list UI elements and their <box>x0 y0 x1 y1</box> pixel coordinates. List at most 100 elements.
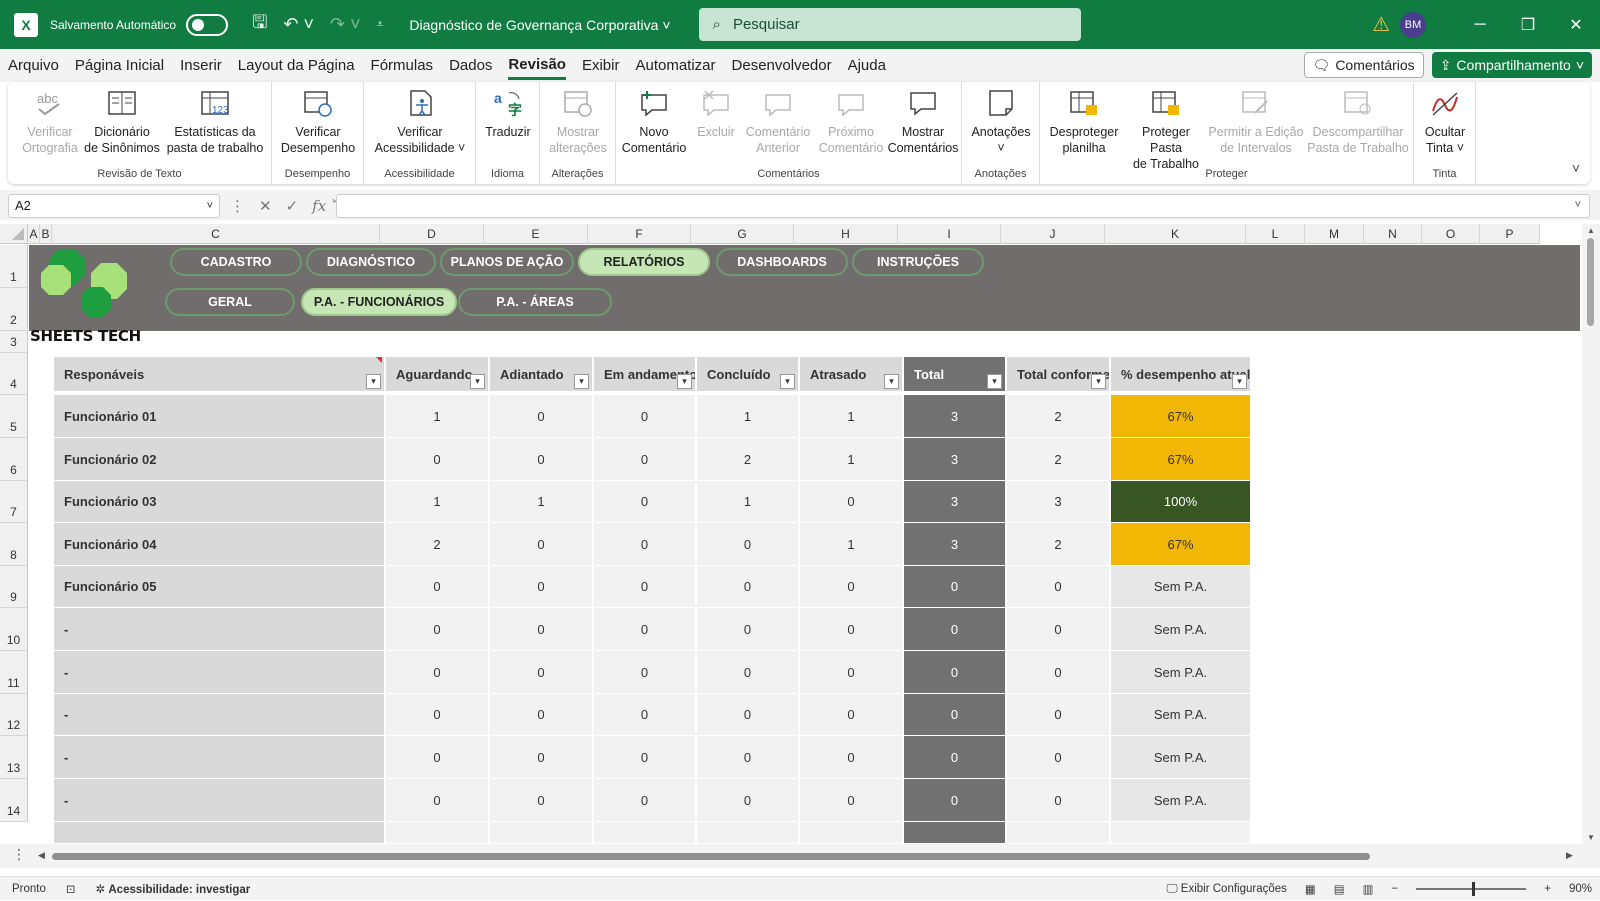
menu-revisao[interactable]: Revisão <box>508 52 566 80</box>
nav-button-diagn-stico[interactable]: DIAGNÓSTICO <box>306 248 436 276</box>
row-header-9[interactable]: 9 <box>0 566 28 608</box>
check-performance-button[interactable]: Verificar Desempenho <box>278 88 358 156</box>
table-cell[interactable]: 0 <box>1007 651 1109 694</box>
table-cell[interactable]: 0 <box>386 608 488 651</box>
menu-arquivo[interactable]: Arquivo <box>8 53 59 78</box>
spelling-button[interactable]: abc Verificar Ortografia <box>20 88 80 156</box>
table-cell[interactable]: 0 <box>697 523 798 566</box>
restore-icon[interactable]: ❐ <box>1504 15 1552 35</box>
table-cell[interactable]: 3 <box>904 438 1005 481</box>
table-cell[interactable]: 2 <box>1007 523 1109 566</box>
table-cell[interactable]: 2 <box>1007 438 1109 481</box>
table-cell[interactable]: 0 <box>594 395 695 438</box>
more-icon[interactable]: ⋮ <box>230 197 245 215</box>
row-header-6[interactable]: 6 <box>0 438 28 481</box>
document-title[interactable]: Diagnóstico de Governança Corporativa ˅ <box>409 17 670 33</box>
table-cell[interactable]: Sem P.A. <box>1111 608 1250 651</box>
row-header-12[interactable]: 12 <box>0 694 28 736</box>
column-header-k[interactable]: K <box>1105 224 1246 244</box>
menu-exibir[interactable]: Exibir <box>582 53 620 78</box>
page-layout-icon[interactable]: ▤ <box>1334 882 1345 896</box>
filter-dropdown-icon[interactable]: ▾ <box>470 374 485 389</box>
nav-button-dashboards[interactable]: DASHBOARDS <box>716 248 848 276</box>
vertical-scroll-thumb[interactable] <box>1587 238 1594 326</box>
menu-inserir[interactable]: Inserir <box>180 53 222 78</box>
table-cell[interactable]: 2 <box>697 438 798 481</box>
column-header-m[interactable]: M <box>1305 224 1364 244</box>
filter-dropdown-icon[interactable]: ▾ <box>987 374 1002 389</box>
table-cell[interactable]: 0 <box>800 481 902 523</box>
zoom-level[interactable]: 90% <box>1569 883 1592 895</box>
select-all-corner[interactable] <box>0 224 28 244</box>
table-cell[interactable]: 0 <box>386 779 488 822</box>
table-cell[interactable]: 0 <box>490 395 592 438</box>
nav-button-instru-es[interactable]: INSTRUÇÕES <box>852 248 984 276</box>
table-cell[interactable]: 0 <box>490 608 592 651</box>
nav-button-planos-de-a-o[interactable]: PLANOS DE AÇÃO <box>440 248 574 276</box>
table-cell[interactable]: 0 <box>800 736 902 779</box>
unprotect-sheet-button[interactable]: Desproteger planilha <box>1044 88 1124 156</box>
table-cell[interactable]: 0 <box>1007 779 1109 822</box>
redo-icon[interactable]: ↷ ˅ <box>330 14 361 35</box>
scroll-left-icon[interactable]: ◀ <box>38 850 45 861</box>
collapse-ribbon-icon[interactable]: ˅ <box>1572 160 1580 176</box>
subnav-button-3[interactable]: P.A. - ÁREAS <box>458 288 612 316</box>
horizontal-scrollbar[interactable]: ⋮ ◀ ▶ <box>0 844 1600 868</box>
filter-dropdown-icon[interactable]: ▾ <box>780 374 795 389</box>
table-cell[interactable]: 0 <box>594 608 695 651</box>
notes-button[interactable]: Anotações ˅ <box>966 88 1036 156</box>
responsible-name-cell[interactable]: Funcionário 03 <box>54 481 384 523</box>
cancel-icon[interactable]: ✕ <box>259 197 272 215</box>
responsible-name-cell[interactable]: Funcionário 05 <box>54 566 384 608</box>
table-cell[interactable]: 0 <box>490 779 592 822</box>
table-cell[interactable]: 0 <box>697 736 798 779</box>
menu-ajuda[interactable]: Ajuda <box>848 53 886 78</box>
name-box[interactable]: A2 ˅ <box>8 194 220 218</box>
name-box-dropdown-icon[interactable]: ˅ <box>207 195 213 217</box>
table-cell[interactable]: 0 <box>386 438 488 481</box>
table-cell[interactable]: 0 <box>904 736 1005 779</box>
row-header-3[interactable]: 3 <box>0 331 28 353</box>
check-accessibility-button[interactable]: Verificar Acessibilidade ˅ <box>370 88 470 156</box>
table-cell[interactable]: 3 <box>1007 481 1109 523</box>
menu-layout[interactable]: Layout da Página <box>238 53 355 78</box>
table-cell[interactable]: 3 <box>904 481 1005 523</box>
table-cell[interactable]: 0 <box>490 694 592 736</box>
table-cell[interactable]: 0 <box>904 608 1005 651</box>
table-cell[interactable]: 1 <box>800 395 902 438</box>
table-cell[interactable]: 1 <box>800 438 902 481</box>
responsible-name-cell[interactable]: - <box>54 779 384 822</box>
share-button[interactable]: ⇪ Compartilhamento ˅ <box>1431 52 1592 78</box>
worksheet[interactable]: ABCDEFGHIJKLMNOP 1 2 3 4 5 6 7 8 9 10 11 12 13 14 CAD… <box>0 224 1600 844</box>
new-comment-button[interactable]: Novo Comentário <box>620 88 688 156</box>
responsible-name-cell[interactable]: Funcionário 02 <box>54 438 384 481</box>
table-cell[interactable]: 67% <box>1111 438 1250 481</box>
table-cell[interactable]: 0 <box>490 438 592 481</box>
table-cell[interactable]: 0 <box>594 566 695 608</box>
save-icon[interactable]: 🖫 <box>252 10 267 40</box>
table-cell[interactable]: 0 <box>594 438 695 481</box>
row-header-2[interactable]: 2 <box>0 288 28 331</box>
minimize-icon[interactable]: ─ <box>1456 16 1504 34</box>
filter-dropdown-icon[interactable]: ▾ <box>574 374 589 389</box>
insert-function-icon[interactable]: fx ˅ <box>312 197 338 215</box>
formula-input[interactable]: ˅ <box>336 194 1590 218</box>
menu-automatizar[interactable]: Automatizar <box>635 53 715 78</box>
row-header-13[interactable]: 13 <box>0 736 28 779</box>
row-header-14[interactable]: 14 <box>0 779 28 822</box>
table-cell[interactable]: 1 <box>386 481 488 523</box>
hide-ink-button[interactable]: Ocultar Tinta ˅ <box>1418 88 1472 156</box>
zoom-slider[interactable] <box>1416 882 1527 896</box>
column-header-e[interactable]: E <box>484 224 588 244</box>
responsible-name-cell[interactable]: Funcionário 04 <box>54 523 384 566</box>
table-cell[interactable]: 0 <box>800 694 902 736</box>
table-cell[interactable]: 0 <box>490 566 592 608</box>
subnav-button-1[interactable]: GERAL <box>165 288 295 316</box>
table-cell[interactable]: 0 <box>697 566 798 608</box>
workbook-stats-button[interactable]: 123 Estatísticas da pasta de trabalho <box>164 88 266 156</box>
column-header-o[interactable]: O <box>1422 224 1480 244</box>
row-header-5[interactable]: 5 <box>0 395 28 438</box>
comments-button[interactable]: 🗨 Comentários <box>1303 52 1424 78</box>
table-cell[interactable]: 67% <box>1111 523 1250 566</box>
column-header-b[interactable]: B <box>40 224 52 244</box>
